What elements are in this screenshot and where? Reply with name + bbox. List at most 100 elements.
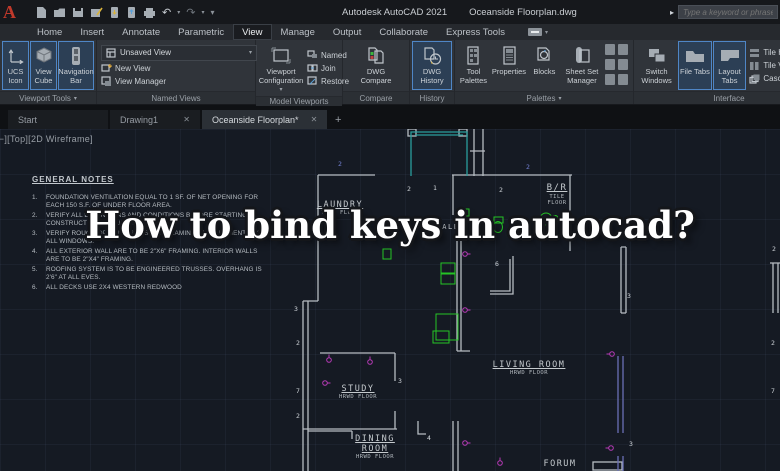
tab-annotate[interactable]: Annotate (113, 24, 169, 40)
dwg-history-button[interactable]: DWG History (412, 41, 452, 90)
undo-icon[interactable]: ↶ (162, 5, 171, 20)
tab-parametric[interactable]: Parametric (169, 24, 233, 40)
window-tag: 7 (296, 387, 300, 395)
new-view-button[interactable]: New View (101, 63, 257, 74)
panel-compare: DWG Compare Compare (343, 40, 410, 104)
navigation-bar-button[interactable]: Navigation Bar (58, 41, 94, 90)
viewport-configuration-icon (270, 45, 292, 67)
window-tag: 2 (296, 412, 300, 420)
window-tag: 3 (294, 305, 298, 313)
view-icon (106, 48, 116, 58)
palette-mini-icon[interactable] (605, 44, 615, 55)
blocks-button[interactable]: Blocks (528, 41, 561, 90)
palette-mini-icon[interactable] (605, 74, 615, 85)
layout-tabs-button[interactable]: Layout Tabs (713, 41, 747, 90)
undo-dropdown-icon[interactable]: ▾ (177, 9, 180, 16)
file-tab-oceanside-floorplan[interactable]: Oceanside Floorplan* ✕ (202, 110, 327, 129)
window-tag: 2 (771, 339, 775, 347)
palette-mini-icon[interactable] (618, 74, 628, 85)
properties-icon (500, 45, 518, 67)
file-tab-bar: Start Drawing1 ✕ Oceanside Floorplan* ✕ … (0, 105, 780, 129)
chevron-down-icon: ▾ (545, 29, 548, 36)
open-file-icon[interactable] (53, 5, 66, 20)
view-manager-button[interactable]: View Manager (101, 76, 257, 87)
new-tab-button[interactable]: + (329, 110, 347, 129)
tile-vertically-icon (749, 61, 760, 71)
tool-palettes-button[interactable]: Tool Palettes (457, 41, 490, 90)
close-icon[interactable]: ✕ (183, 115, 190, 124)
panel-label-model-viewports: Model Viewports (256, 96, 342, 106)
dwg-compare-icon (366, 45, 386, 67)
customize-quick-access-icon[interactable]: ▾ (210, 8, 214, 17)
tab-home[interactable]: Home (28, 24, 71, 40)
panel-label-viewport-tools[interactable]: Viewport Tools▾ (0, 91, 96, 104)
switch-windows-button[interactable]: Switch Windows (636, 41, 677, 90)
tile-horizontally-button[interactable]: Tile Horizontally (749, 48, 780, 58)
note-item: 4.ALL EXTERIOR WALL ARE TO BE 2"X6" FRAM… (32, 248, 272, 265)
search-input[interactable] (678, 5, 778, 19)
save-icon[interactable] (72, 5, 84, 20)
document-title: Oceanside Floorplan.dwg (469, 7, 577, 18)
tab-collaborate[interactable]: Collaborate (370, 24, 437, 40)
palette-mini-icon[interactable] (605, 59, 615, 70)
quick-access-toolbar: ↶ ▾ ↷ ▾ ▾ (35, 5, 214, 20)
redo-dropdown-icon[interactable]: ▾ (201, 9, 204, 16)
file-tab-drawing1[interactable]: Drawing1 ✕ (110, 110, 200, 129)
search-expand-icon[interactable]: ▸ (670, 8, 674, 17)
window-tag: 2 (772, 245, 776, 253)
panel-label-palettes[interactable]: Palettes▾ (455, 91, 633, 104)
layout-tabs-icon (719, 45, 741, 67)
close-icon[interactable]: ✕ (311, 115, 318, 124)
tab-manage[interactable]: Manage (272, 24, 324, 40)
view-cube-button[interactable]: View Cube (30, 41, 57, 90)
chevron-down-icon: ▾ (249, 49, 252, 56)
tab-insert[interactable]: Insert (71, 24, 113, 40)
file-tabs-button[interactable]: File Tabs (678, 41, 712, 90)
window-tag: 7 (771, 387, 775, 395)
navigation-bar-icon (66, 45, 86, 67)
sheet-set-manager-button[interactable]: Sheet Set Manager (562, 41, 602, 90)
palette-mini-icon[interactable] (618, 59, 628, 70)
view-dropdown[interactable]: Unsaved View ▾ (101, 45, 257, 61)
ribbon: UCS Icon View Cube Navigation Bar Viewpo… (0, 40, 780, 105)
tab-express-tools[interactable]: Express Tools (437, 24, 514, 40)
window-tag: 1 (433, 184, 437, 192)
tab-output[interactable]: Output (324, 24, 371, 40)
cube-icon (34, 45, 54, 67)
drawing-canvas[interactable]: [−][Top][2D Wireframe] (0, 129, 780, 471)
general-notes-heading: GENERAL NOTES (32, 175, 272, 184)
panel-interface: Switch Windows File Tabs Layout Tabs Til… (634, 40, 780, 104)
palette-mini-icon[interactable] (618, 44, 628, 55)
ucs-icon-button[interactable]: UCS Icon (2, 41, 29, 90)
palette-mini-buttons[interactable] (603, 41, 631, 90)
file-tab-start[interactable]: Start (8, 110, 108, 129)
tab-view[interactable]: View (233, 24, 271, 40)
window-tag: 3 (627, 292, 631, 300)
panel-named-views: Unsaved View ▾ New View View Manager Nam… (97, 40, 256, 104)
viewport-configuration-button[interactable]: Viewport Configuration ▾ (258, 41, 304, 95)
redo-icon[interactable]: ↷ (186, 5, 195, 20)
search-box: ▸ (670, 5, 778, 19)
plot-icon[interactable] (143, 5, 156, 20)
cascade-button[interactable]: Cascade (749, 74, 780, 84)
new-file-icon[interactable] (35, 5, 47, 20)
new-view-icon (101, 63, 112, 74)
named-viewports-icon (307, 50, 318, 60)
panel-label-compare: Compare (343, 91, 409, 104)
tile-vertically-button[interactable]: Tile Vertically (749, 61, 780, 71)
open-from-mobile-icon[interactable] (126, 5, 137, 20)
window-tag: 3 (398, 377, 402, 385)
save-to-mobile-icon[interactable] (109, 5, 120, 20)
properties-button[interactable]: Properties (491, 41, 527, 90)
window-tag: 2 (407, 185, 411, 193)
ribbon-options-button[interactable]: ▾ (528, 24, 548, 40)
autocad-logo[interactable]: A (0, 0, 27, 24)
dwg-compare-button[interactable]: DWG Compare (355, 41, 397, 90)
save-as-icon[interactable] (90, 5, 103, 20)
room-label-study: STUDYHRWD FLOOR (326, 384, 390, 401)
room-label-living-room: LIVING ROOMHRWD FLOOR (490, 360, 568, 377)
window-title: Autodesk AutoCAD 2021 Oceanside Floorpla… (342, 7, 577, 18)
window-tag: 4 (427, 434, 431, 442)
window-tag: 2 (526, 163, 530, 171)
panel-viewport-tools: UCS Icon View Cube Navigation Bar Viewpo… (0, 40, 97, 104)
